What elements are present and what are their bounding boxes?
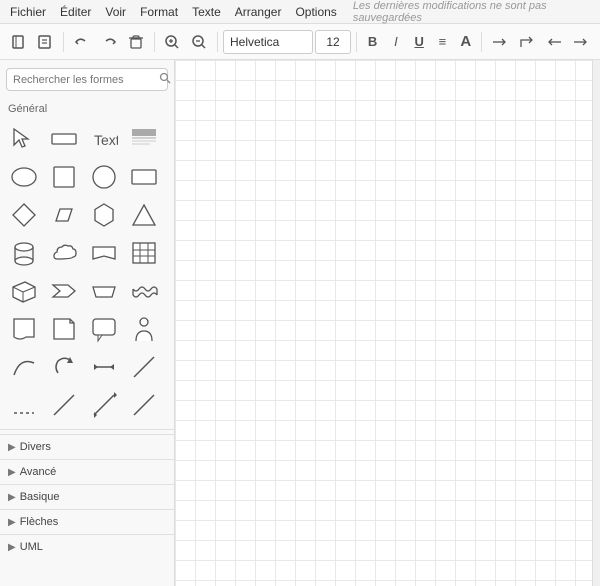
search-input[interactable] — [13, 74, 155, 86]
shape-heading[interactable] — [126, 121, 162, 157]
sep5 — [481, 32, 482, 52]
shape-ellipse[interactable] — [6, 159, 42, 195]
text-size-button[interactable]: A — [455, 30, 476, 54]
font-selector[interactable] — [223, 30, 313, 54]
line-elbow-button[interactable] — [515, 29, 540, 55]
edit-button[interactable] — [33, 29, 58, 55]
zoom-out-button[interactable] — [187, 29, 212, 55]
align-button[interactable]: ≡ — [432, 30, 453, 54]
shape-arrow-both[interactable] — [86, 349, 122, 385]
avance-label: Avancé — [20, 466, 57, 478]
save-status: Les dernières modifications ne sont pas … — [353, 0, 596, 24]
basique-label: Basique — [20, 491, 60, 503]
category-uml[interactable]: ▶ UML — [0, 534, 174, 559]
sep3 — [217, 32, 218, 52]
redo-button[interactable] — [96, 29, 121, 55]
italic-button[interactable]: I — [385, 30, 406, 54]
sidebar: Général Text — [0, 60, 175, 586]
shapes-grid: Text — [0, 119, 174, 425]
shape-circle[interactable] — [86, 159, 122, 195]
canvas-area[interactable] — [175, 60, 600, 586]
shape-table[interactable] — [126, 235, 162, 271]
shape-trapezoid[interactable] — [86, 273, 122, 309]
delete-button[interactable] — [124, 29, 149, 55]
shape-curve[interactable] — [6, 349, 42, 385]
shape-triangle[interactable] — [126, 197, 162, 233]
menu-editer[interactable]: Éditer — [54, 3, 97, 21]
shape-line-angled2[interactable] — [126, 387, 162, 423]
menu-format[interactable]: Format — [134, 3, 184, 21]
font-size-input[interactable] — [315, 30, 351, 54]
shape-document[interactable] — [6, 311, 42, 347]
shape-pointer[interactable] — [6, 121, 42, 157]
shape-hexagon[interactable] — [86, 197, 122, 233]
chevron-right-icon: ▶ — [8, 442, 16, 453]
shape-person[interactable] — [126, 311, 162, 347]
shape-diamond[interactable] — [6, 197, 42, 233]
shape-chevron[interactable] — [46, 273, 82, 309]
shape-cylinder[interactable] — [6, 235, 42, 271]
zoom-in-button[interactable] — [160, 29, 185, 55]
menu-voir[interactable]: Voir — [99, 3, 132, 21]
shape-text[interactable]: Text — [86, 121, 122, 157]
divers-label: Divers — [20, 441, 51, 453]
underline-button[interactable]: U — [409, 30, 430, 54]
arrow-right-button[interactable] — [487, 29, 512, 55]
canvas-grid — [175, 60, 600, 586]
undo-button[interactable] — [69, 29, 94, 55]
divider1 — [0, 429, 174, 430]
category-basique[interactable]: ▶ Basique — [0, 484, 174, 509]
shape-line-v2[interactable] — [86, 387, 122, 423]
shape-banner[interactable] — [86, 235, 122, 271]
sep1 — [63, 32, 64, 52]
menu-arranger[interactable]: Arranger — [229, 3, 288, 21]
shape-box3d[interactable] — [6, 273, 42, 309]
general-category-label: Général — [0, 99, 174, 119]
chevron-right-icon-4: ▶ — [8, 517, 16, 528]
uml-label: UML — [20, 541, 43, 553]
arrow-forward-button[interactable] — [569, 29, 594, 55]
shape-callout[interactable] — [86, 311, 122, 347]
menu-options[interactable]: Options — [289, 3, 342, 21]
fleches-label: Flèches — [20, 516, 59, 528]
search-container — [6, 68, 168, 91]
shape-rotate-arrow[interactable] — [46, 349, 82, 385]
bold-button[interactable]: B — [362, 30, 383, 54]
menu-fichier[interactable]: Fichier — [4, 3, 52, 21]
shape-cloud[interactable] — [46, 235, 82, 271]
shape-line-dotted[interactable] — [6, 387, 42, 423]
svg-text:Text: Text — [94, 132, 118, 148]
shape-line-diagonal2[interactable] — [46, 387, 82, 423]
category-avance[interactable]: ▶ Avancé — [0, 459, 174, 484]
shape-wave[interactable] — [126, 273, 162, 309]
shape-square[interactable] — [46, 159, 82, 195]
category-fleches[interactable]: ▶ Flèches — [0, 509, 174, 534]
main-layout: Général Text — [0, 60, 600, 586]
search-icon — [159, 72, 171, 87]
chevron-right-icon-5: ▶ — [8, 542, 16, 553]
category-divers[interactable]: ▶ Divers — [0, 434, 174, 459]
sep2 — [154, 32, 155, 52]
sep4 — [356, 32, 357, 52]
canvas-scrollbar[interactable] — [592, 60, 600, 586]
shape-rect-wide2[interactable] — [126, 159, 162, 195]
shape-line-pencil[interactable] — [126, 349, 162, 385]
menu-bar: Fichier Éditer Voir Format Texte Arrange… — [0, 0, 600, 24]
menu-texte[interactable]: Texte — [186, 3, 227, 21]
arrow-left-button[interactable] — [542, 29, 567, 55]
toolbar: B I U ≡ A — [0, 24, 600, 60]
shape-wide-rect[interactable] — [46, 121, 82, 157]
new-button[interactable] — [6, 29, 31, 55]
chevron-right-icon-3: ▶ — [8, 492, 16, 503]
shape-folded[interactable] — [46, 311, 82, 347]
shape-parallelogram[interactable] — [46, 197, 82, 233]
chevron-right-icon-2: ▶ — [8, 467, 16, 478]
